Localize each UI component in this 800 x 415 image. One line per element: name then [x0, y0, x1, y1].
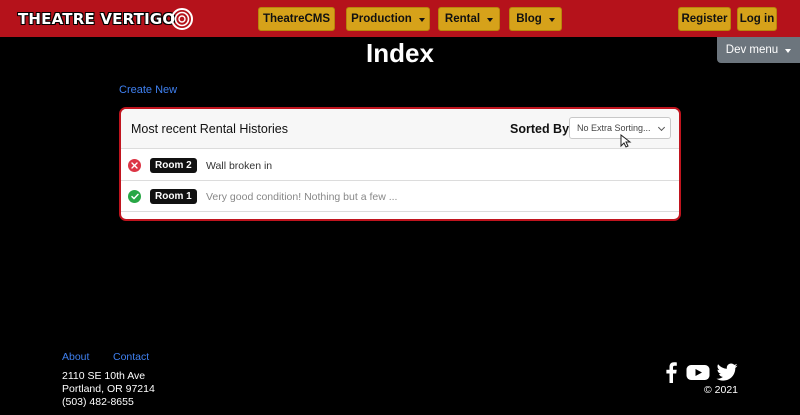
room-badge: Room 2 — [150, 158, 197, 173]
footer-copyright: © 2021 — [704, 384, 739, 396]
rental-note: Wall broken in — [206, 160, 273, 172]
caret-down-icon — [548, 17, 555, 22]
mouse-pointer-icon — [620, 134, 632, 148]
nav-blog-label: Blog — [516, 13, 542, 25]
nav-production-label: Production — [351, 13, 412, 25]
x-circle-icon — [128, 159, 141, 172]
card-header: Most recent Rental Histories Sorted By: … — [121, 109, 679, 149]
footer-address-line1: 2110 SE 10th Ave — [62, 370, 146, 382]
brand-name: THEATRE VERTIGO — [18, 10, 176, 28]
room-badge: Room 1 — [150, 189, 197, 204]
nav-production-dropdown[interactable]: Production — [346, 7, 430, 31]
nav-rental-label: Rental — [444, 13, 481, 25]
nav-blog-dropdown[interactable]: Blog — [509, 7, 562, 31]
brand-logo[interactable]: THEATRE VERTIGO — [18, 7, 195, 31]
login-label: Log in — [739, 13, 775, 25]
footer-phone: (503) 482-8655 — [62, 396, 134, 408]
footer-address-line2: Portland, OR 97214 — [62, 383, 155, 395]
create-new-link[interactable]: Create New — [119, 84, 177, 96]
sort-select-value: No Extra Sorting... — [577, 123, 651, 133]
register-label: Register — [681, 13, 728, 25]
page-title: Index — [366, 38, 434, 68]
login-button[interactable]: Log in — [737, 7, 777, 31]
caret-down-icon — [487, 17, 494, 22]
twitter-icon[interactable] — [716, 361, 738, 383]
rental-history-card: Most recent Rental Histories Sorted By: … — [119, 107, 681, 221]
rental-history-row[interactable]: Room 2 Wall broken in — [121, 150, 679, 181]
footer-contact-link[interactable]: Contact — [113, 351, 149, 363]
rental-history-row[interactable]: Room 1 Very good condition! Nothing but … — [121, 181, 679, 212]
rental-note: Very good condition! Nothing but a few .… — [206, 191, 398, 203]
facebook-icon[interactable] — [664, 361, 678, 383]
check-circle-icon — [128, 190, 141, 203]
chevron-down-icon — [657, 123, 666, 132]
register-button[interactable]: Register — [678, 7, 731, 31]
card-title: Most recent Rental Histories — [131, 122, 289, 136]
youtube-icon[interactable] — [686, 361, 710, 383]
nav-theatrecms-label: TheatreCMS — [262, 13, 331, 25]
caret-down-icon — [418, 17, 425, 22]
nav-rental-dropdown[interactable]: Rental — [438, 7, 500, 31]
sort-label: Sorted By: — [510, 122, 574, 136]
footer-about-link[interactable]: About — [62, 351, 89, 363]
nav-theatrecms[interactable]: TheatreCMS — [258, 7, 335, 31]
navbar: THEATRE VERTIGO TheatreCMS Production Re… — [0, 0, 800, 37]
vertigo-swirl-icon — [171, 8, 194, 30]
